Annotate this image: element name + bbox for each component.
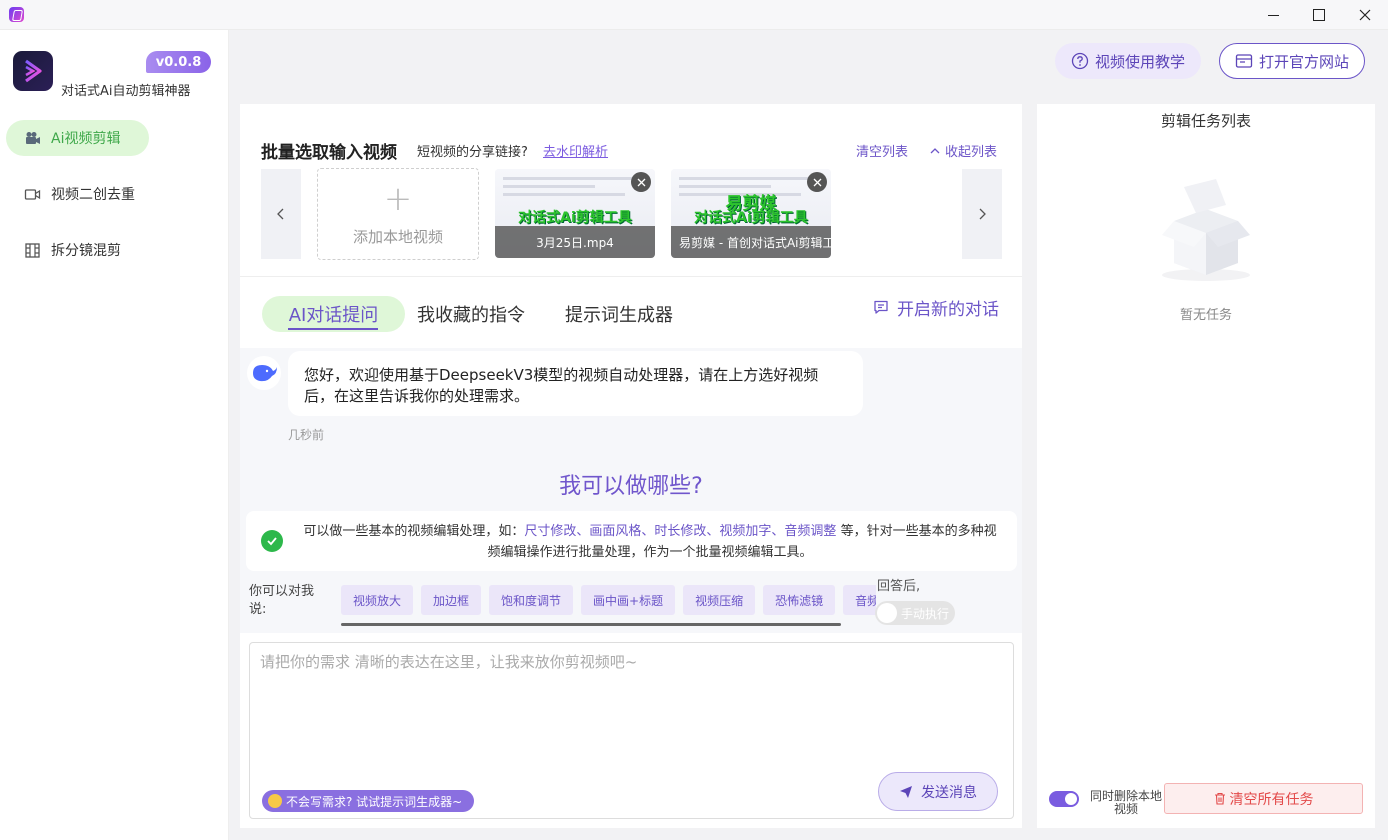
message-input-box: 不会写需求? 试试提示词生成器~ 发送消息 <box>249 642 1014 819</box>
scroll-left-button[interactable] <box>261 169 301 259</box>
sidebar-item-label: 视频二创去重 <box>51 187 135 203</box>
tab-favorites[interactable]: 我收藏的指令 <box>417 296 525 332</box>
app-icon <box>9 7 24 22</box>
app-name: 对话式Ai自动剪辑神器 <box>61 84 191 99</box>
share-question: 短视频的分享链接? <box>417 145 528 160</box>
chat-area: 您好，欢迎使用基于DeepseekV3模型的视频自动处理器，请在上方选好视频后，… <box>240 348 1022 633</box>
question-circle-icon <box>1071 52 1089 70</box>
divider <box>240 276 1022 277</box>
task-panel: 剪辑任务列表 暂无任务 同时删除本地视频 清空所有任务 <box>1037 104 1375 828</box>
capability-text: 可以做一些基本的视频编辑处理，如：尺寸修改、画面风格、时长修改、视频加字、音频调… <box>303 524 997 560</box>
logo-icon <box>25 59 42 83</box>
suggestion-chips: 视频放大 加边框 饱和度调节 画中画+标题 视频压缩 恐怖滤镜 音频 <box>341 585 876 621</box>
add-local-video-button[interactable]: + 添加本地视频 <box>317 168 479 260</box>
film-grid-icon <box>24 242 41 259</box>
thumbnail-overlay-text: 对话式Ai剪辑工具 <box>694 210 808 226</box>
new-chat-button[interactable]: 开启新的对话 <box>873 296 999 320</box>
official-site-label: 打开官方网站 <box>1258 52 1349 71</box>
thumbnail-overlay-text: 对话式Ai剪辑工具 <box>518 210 632 226</box>
close-icon <box>1359 9 1371 21</box>
close-icon <box>637 178 645 186</box>
suggestion-chip[interactable]: 音频 <box>843 585 876 615</box>
maximize-button[interactable] <box>1296 0 1342 30</box>
empty-task-text: 暂无任务 <box>1179 308 1232 323</box>
video-icon <box>24 186 41 203</box>
remove-video-button[interactable] <box>807 172 827 192</box>
suggestion-chip[interactable]: 加边框 <box>421 585 482 615</box>
bot-avatar <box>247 356 281 390</box>
video-name: 3月25日.mp4 <box>495 226 655 258</box>
add-local-label: 添加本地视频 <box>352 227 443 246</box>
browser-window-icon <box>1235 54 1253 68</box>
after-answer-label: 回答后, <box>877 579 921 594</box>
sidebar-item-ai-video-edit[interactable]: Ai视频剪辑 <box>6 120 149 156</box>
new-chat-label: 开启新的对话 <box>897 299 999 320</box>
minimize-button[interactable] <box>1250 0 1296 30</box>
sidebar-item-label: Ai视频剪辑 <box>51 131 121 147</box>
capability-card: 可以做一些基本的视频编辑处理，如：尺寸修改、画面风格、时长修改、视频加字、音频调… <box>246 511 1017 571</box>
whale-icon <box>253 365 277 382</box>
plus-icon: + <box>383 178 413 219</box>
check-icon <box>261 530 283 552</box>
chevron-up-icon <box>930 147 940 153</box>
manual-execute-toggle[interactable]: 手动执行 <box>875 601 955 625</box>
bot-message: 您好，欢迎使用基于DeepseekV3模型的视频自动处理器，请在上方选好视频后，… <box>288 351 863 416</box>
sidebar: v0.0.8 对话式Ai自动剪辑神器 Ai视频剪辑 视频二创去重 拆分镜混剪 <box>0 30 229 840</box>
send-icon <box>900 785 912 798</box>
scroll-right-button[interactable] <box>962 169 1002 259</box>
send-message-button[interactable]: 发送消息 <box>878 772 998 811</box>
close-button[interactable] <box>1342 0 1388 30</box>
close-icon <box>813 178 821 186</box>
remove-video-button[interactable] <box>631 172 651 192</box>
message-time: 几秒前 <box>288 428 325 442</box>
tab-ai-chat[interactable]: AI对话提问 <box>262 296 405 332</box>
trash-icon <box>1214 792 1225 805</box>
suggestion-label: 你可以对我说: <box>249 584 315 617</box>
chevron-right-icon <box>979 208 986 220</box>
suggestion-chip[interactable]: 恐怖滤镜 <box>763 585 836 615</box>
clear-all-tasks-button[interactable]: 清空所有任务 <box>1164 783 1363 814</box>
video-camera-icon <box>24 130 41 147</box>
suggestion-chip[interactable]: 视频放大 <box>341 585 414 615</box>
hint-label: 不会写需求? 试试提示词生成器~ <box>286 794 463 809</box>
send-label: 发送消息 <box>921 784 977 801</box>
sidebar-item-video-remix[interactable]: 视频二创去重 <box>6 176 149 212</box>
can-do-title: 我可以做哪些? <box>559 474 703 499</box>
clear-list-button[interactable]: 清空列表 <box>856 141 908 160</box>
clear-all-label: 清空所有任务 <box>1229 791 1314 808</box>
collapse-list-label: 收起列表 <box>945 145 998 160</box>
suggestion-chip[interactable]: 饱和度调节 <box>489 585 574 615</box>
version-badge: v0.0.8 <box>146 51 211 73</box>
suggestion-chip[interactable]: 画中画+标题 <box>581 585 676 615</box>
delete-local-toggle[interactable] <box>1049 791 1079 807</box>
suggestion-chip[interactable]: 视频压缩 <box>683 585 756 615</box>
official-site-button[interactable]: 打开官方网站 <box>1219 43 1365 79</box>
watermark-parse-link[interactable]: 去水印解析 <box>543 141 608 160</box>
app-logo <box>13 51 53 91</box>
collapse-list-button[interactable]: 收起列表 <box>929 141 997 160</box>
message-input[interactable] <box>250 643 1013 763</box>
title-bar <box>0 0 1388 30</box>
prompt-generator-hint[interactable]: 不会写需求? 试试提示词生成器~ <box>262 790 475 812</box>
tab-prompt-generator[interactable]: 提示词生成器 <box>564 296 674 332</box>
empty-box-icon <box>1162 179 1250 281</box>
sidebar-item-split-mix[interactable]: 拆分镜混剪 <box>6 232 149 268</box>
sidebar-item-label: 拆分镜混剪 <box>51 243 121 259</box>
chat-bubble-icon <box>874 300 888 314</box>
tutorial-label: 视频使用教学 <box>1094 52 1185 71</box>
video-name: 易剪媒 - 首创对话式Ai剪辑工具 <box>671 226 831 258</box>
lightbulb-icon <box>268 794 282 808</box>
task-list-title: 剪辑任务列表 <box>1160 112 1251 130</box>
tutorial-button[interactable]: 视频使用教学 <box>1055 43 1201 79</box>
chevron-left-icon <box>277 208 284 220</box>
main-panel: 批量选取输入视频 短视频的分享链接? 去水印解析 清空列表 收起列表 + 添加本… <box>240 104 1022 828</box>
delete-local-label: 同时删除本地视频 <box>1089 789 1162 816</box>
batch-title: 批量选取输入视频 <box>261 143 397 163</box>
chips-scrollbar[interactable] <box>341 623 841 626</box>
